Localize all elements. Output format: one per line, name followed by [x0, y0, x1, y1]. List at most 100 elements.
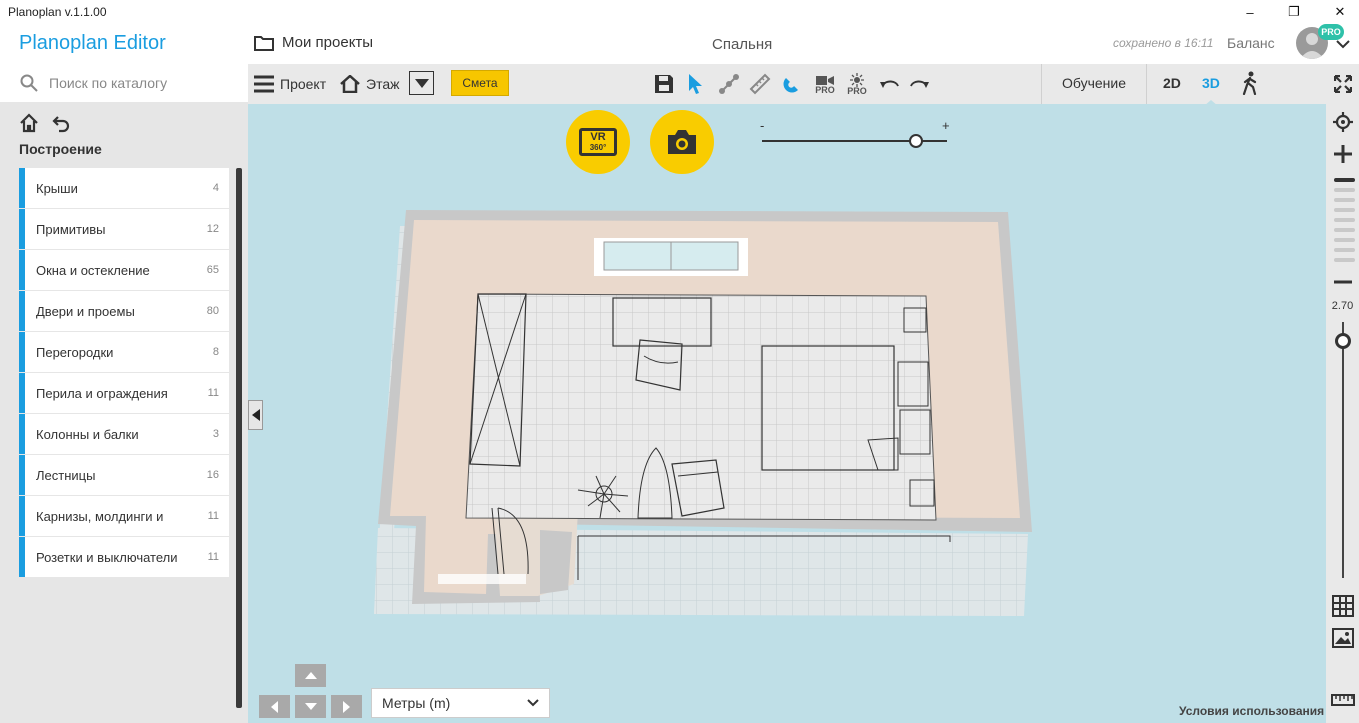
floor-menu[interactable]: Этаж — [340, 64, 399, 104]
zoom-level-bar[interactable] — [1334, 238, 1355, 242]
category-label: Окна и остекление — [36, 262, 150, 278]
zoom-level-bar[interactable] — [1334, 248, 1355, 252]
my-projects-button[interactable]: Мои проекты — [254, 34, 373, 51]
restore-button[interactable]: ❐ — [1271, 0, 1317, 24]
triangle-down-icon — [414, 78, 429, 88]
category-item[interactable]: Розетки и выключатели 11 — [19, 537, 229, 577]
balance-link[interactable]: Баланс — [1227, 35, 1275, 51]
brand-title[interactable]: Planoplan Editor — [19, 32, 166, 55]
zoom-slider-knob[interactable] — [908, 134, 923, 148]
view-2d-button[interactable]: 2D — [1163, 75, 1181, 91]
3d-viewport[interactable]: VR 360° - + Метры (m) Условия использова… — [248, 104, 1326, 723]
main-toolbar: Проект Этаж Смета PRO PRO Обучение 2D 3D — [248, 64, 1326, 106]
category-item[interactable]: Перила и ограждения 11 — [19, 373, 229, 413]
category-item[interactable]: Примитивы 12 — [19, 209, 229, 249]
walk-icon[interactable] — [1241, 71, 1259, 95]
estimate-button[interactable]: Смета — [451, 70, 509, 96]
redo-icon — [910, 80, 929, 88]
zoom-level-bar[interactable] — [1334, 198, 1355, 202]
category-label: Перила и ограждения — [36, 385, 168, 401]
terms-link[interactable]: Условия использования — [1179, 704, 1324, 718]
pan-down-button[interactable] — [295, 695, 326, 718]
search-input[interactable]: Поиск по каталогу — [49, 75, 167, 91]
app-header: Planoplan Editor Мои проекты Спальня сох… — [0, 24, 1359, 64]
light-pro-tool[interactable]: PRO — [843, 70, 871, 98]
screenshot-button[interactable] — [650, 110, 714, 174]
category-label: Карнизы, молдинги и — [36, 508, 164, 524]
floor-dropdown[interactable] — [409, 71, 434, 95]
learn-button[interactable]: Обучение — [1062, 75, 1126, 91]
zoom-level-bar[interactable] — [1334, 188, 1355, 192]
pan-right-button[interactable] — [331, 695, 362, 718]
ruler-panel-button[interactable] — [1326, 684, 1359, 716]
undo-button[interactable] — [876, 70, 904, 98]
category-item[interactable]: Окна и остекление 65 — [19, 250, 229, 290]
view-3d-button[interactable]: 3D — [1202, 75, 1220, 91]
pan-up-button[interactable] — [295, 664, 326, 687]
category-item[interactable]: Лестницы 16 — [19, 455, 229, 495]
save-status: сохранено в 16:11 — [1113, 36, 1214, 50]
wall-height-slider[interactable] — [1342, 322, 1344, 578]
wall-tool[interactable] — [715, 70, 743, 98]
zoom-level-bar[interactable] — [1334, 228, 1355, 232]
toolbar-divider — [1146, 64, 1147, 104]
center-view-button[interactable] — [1326, 106, 1359, 138]
magnet-tool[interactable] — [778, 70, 806, 98]
zoom-level-bar[interactable] — [1334, 178, 1355, 182]
category-count: 4 — [212, 182, 219, 194]
grid-toggle-button[interactable] — [1326, 590, 1359, 622]
zoom-level-bar[interactable] — [1334, 208, 1355, 212]
project-label: Проект — [280, 76, 327, 92]
background-image-button[interactable] — [1326, 622, 1359, 654]
section-title: Построение — [19, 141, 102, 157]
video-pro-tool[interactable]: PRO — [811, 70, 839, 98]
units-select[interactable]: Метры (m) — [371, 688, 550, 718]
category-label: Примитивы — [36, 221, 106, 237]
zoom-level-bar[interactable] — [1334, 258, 1355, 262]
triangle-right-icon — [343, 700, 350, 713]
magnet-icon — [783, 78, 798, 93]
category-item[interactable]: Колонны и балки 3 — [19, 414, 229, 454]
category-count: 11 — [207, 387, 219, 399]
ruler-tool[interactable] — [746, 70, 774, 98]
category-count: 16 — [206, 469, 219, 481]
select-tool[interactable] — [682, 70, 710, 98]
category-count: 3 — [212, 428, 219, 440]
catalog-search[interactable]: Поиск по каталогу — [0, 64, 248, 102]
vr-360-label: 360° — [589, 143, 607, 152]
zoom-out-label[interactable]: - — [760, 118, 764, 133]
image-icon — [1331, 628, 1354, 648]
zoom-out-button[interactable] — [1326, 266, 1359, 298]
chevron-down-icon[interactable] — [1336, 36, 1350, 52]
minimize-button[interactable]: – — [1227, 0, 1273, 24]
window-title: Planoplan v.1.1.00 — [8, 5, 107, 19]
minus-icon — [1333, 280, 1352, 284]
category-label: Крыши — [36, 180, 78, 196]
category-item[interactable]: Карнизы, молдинги и 11 — [19, 496, 229, 536]
wall-height-value: 2.70 — [1331, 300, 1354, 312]
redo-button[interactable] — [905, 70, 933, 98]
wall-height-knob[interactable] — [1335, 332, 1351, 349]
collapse-sidebar-button[interactable] — [248, 400, 263, 430]
save-tool[interactable] — [650, 70, 678, 98]
units-value: Метры (m) — [382, 695, 451, 711]
home-icon[interactable] — [19, 113, 39, 133]
zoom-in-button[interactable] — [1326, 138, 1359, 170]
close-button[interactable]: ✕ — [1317, 0, 1359, 24]
zoom-in-label[interactable]: + — [942, 118, 950, 133]
back-icon[interactable] — [51, 113, 71, 133]
triangle-down-icon — [304, 703, 317, 710]
vr-360-button[interactable]: VR 360° — [566, 110, 630, 174]
pan-left-button[interactable] — [259, 695, 290, 718]
window-titlebar: Planoplan v.1.1.00 – ❐ ✕ — [0, 0, 1359, 24]
category-label: Перегородки — [36, 344, 114, 360]
measure-icon — [1330, 694, 1355, 706]
project-menu[interactable]: Проект — [254, 64, 326, 104]
category-item[interactable]: Крыши 4 — [19, 168, 229, 208]
sidebar-scrollbar[interactable] — [236, 168, 242, 708]
zoom-level-bar[interactable] — [1334, 218, 1355, 222]
category-item[interactable]: Двери и проемы 80 — [19, 291, 229, 331]
fullscreen-button[interactable] — [1326, 68, 1359, 100]
category-item[interactable]: Перегородки 8 — [19, 332, 229, 372]
toolbar-divider — [1041, 64, 1042, 104]
